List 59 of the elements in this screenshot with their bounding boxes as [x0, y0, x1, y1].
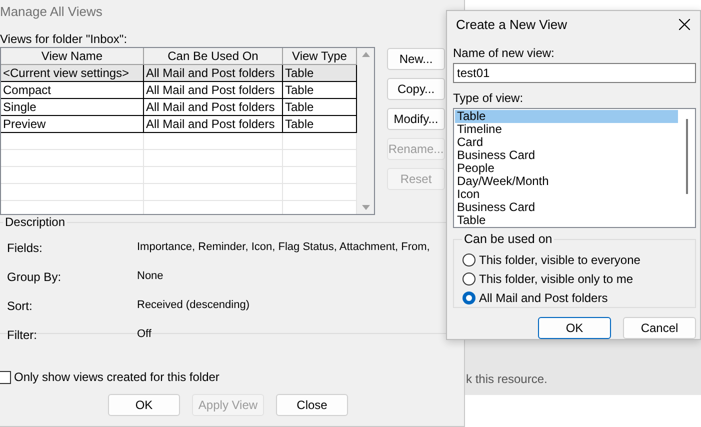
field-label: Group By: [7, 270, 62, 286]
action-button[interactable]: Copy... [387, 78, 445, 100]
list-item[interactable]: Timeline [455, 123, 678, 136]
list-item[interactable]: Icon [455, 188, 678, 202]
dialog-button[interactable]: OK [108, 394, 180, 416]
column-header[interactable]: View Type [283, 48, 357, 65]
window-title: Manage All Views [0, 3, 104, 21]
action-button[interactable]: New... [387, 48, 445, 70]
field-value: Importance, Reminder, Icon, Flag Status, Attachment, From, [137, 241, 430, 255]
table-row[interactable]: Compact All Mail and Post folders Table [1, 82, 357, 99]
window-title: Create a New View [456, 17, 568, 32]
list-item[interactable]: Table [455, 214, 678, 228]
field-label: Filter: [7, 328, 38, 344]
list-item[interactable]: Card [455, 136, 678, 150]
list-item[interactable]: Business Card [455, 201, 678, 214]
list-item[interactable]: Day/Week/Month [455, 175, 678, 188]
group-title: Description [3, 215, 68, 229]
name-label: Name of new view: [453, 46, 556, 60]
dialog-button[interactable]: Cancel [623, 317, 696, 339]
table-cell: <Current view settings> [1, 65, 144, 82]
dialog-button[interactable]: OK [538, 317, 611, 339]
table-cell: Single [1, 99, 144, 116]
list-item[interactable]: Table [455, 110, 678, 124]
field-label: Fields: [7, 241, 44, 257]
scroll-thumb[interactable] [686, 119, 688, 194]
table-cell: Compact [1, 82, 144, 99]
radio-label: This folder, visible to everyone [479, 253, 640, 268]
radio-button[interactable] [462, 272, 476, 286]
view-type-list[interactable]: Table Timeline Card Business Card People Day/Week/Month Icon Business Card Table [453, 108, 696, 228]
dialog-button[interactable]: Close [276, 394, 348, 416]
field-value: None [137, 270, 164, 284]
close-icon[interactable] [679, 19, 690, 30]
table-cell: All Mail and Post folders [144, 116, 283, 133]
table-cell: Preview [1, 116, 144, 133]
radio-label: This folder, visible only to me [479, 272, 634, 286]
info-text: k this resource. [466, 372, 548, 386]
field-label: Sort: [7, 299, 34, 315]
column-header[interactable]: View Name [1, 48, 144, 65]
radio-label: All Mail and Post folders [479, 291, 608, 306]
checkbox[interactable] [0, 370, 11, 384]
type-label: Type of view: [453, 91, 524, 106]
table-row[interactable]: Preview All Mail and Post folders Table [1, 116, 357, 133]
checkbox-label: Only show views created for this folder [14, 370, 220, 384]
radio-button[interactable] [462, 291, 476, 306]
table-cell: All Mail and Post folders [144, 65, 283, 82]
column-header[interactable]: Can Be Used On [144, 48, 283, 65]
field-value: Received (descending) [137, 299, 250, 313]
list-item[interactable]: Business Card [455, 149, 678, 162]
list-item[interactable]: People [455, 162, 678, 176]
views-label: Views for folder "Inbox": [0, 32, 128, 47]
radio-button[interactable] [462, 253, 476, 268]
field-value: Off [137, 328, 152, 342]
table-row[interactable]: <Current view settings> All Mail and Post folders Table [1, 65, 357, 82]
table-row[interactable]: Single All Mail and Post folders Table [1, 99, 357, 116]
table-cell: All Mail and Post folders [144, 99, 283, 116]
action-button[interactable]: Modify... [387, 108, 445, 130]
table-cell: All Mail and Post folders [144, 82, 283, 99]
group-title: Can be used on [462, 232, 554, 246]
name-field[interactable]: test01 [453, 63, 696, 84]
